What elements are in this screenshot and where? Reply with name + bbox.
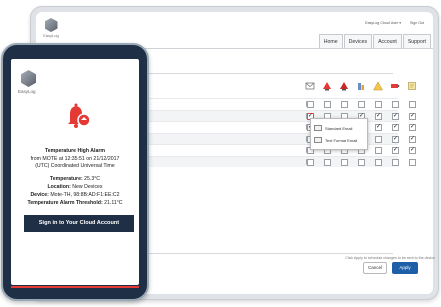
notification-checkbox[interactable] <box>324 101 331 108</box>
notification-checkbox[interactable]: ✓ <box>392 124 399 131</box>
notification-checkbox[interactable] <box>307 101 314 108</box>
notification-checkbox[interactable]: ✓ <box>392 135 399 143</box>
apply-hint-text: Click Apply to schedule changes to be se… <box>345 256 435 260</box>
red-alarm-icon <box>340 82 348 91</box>
warning-icon <box>373 81 383 91</box>
notification-checkbox[interactable] <box>375 147 382 154</box>
mail-icon <box>314 125 322 131</box>
notification-checkbox[interactable] <box>358 158 365 166</box>
phone-frame: EasyLog Temperature High Alarm from MOTE… <box>1 43 149 301</box>
logo-cube-icon <box>44 18 58 32</box>
user-menu-link[interactable]: EasyLog Cloud User ▾ <box>365 21 401 25</box>
sensor-icon <box>358 83 364 90</box>
sign-in-button[interactable]: Sign in to Your Cloud Account <box>24 215 134 232</box>
easylog-logo: EasyLog <box>18 70 36 94</box>
footer-divider <box>118 253 393 254</box>
table-row <box>118 98 416 110</box>
dropdown-option-text-email[interactable]: Text Format Email <box>314 134 364 146</box>
table-row <box>118 155 416 167</box>
notification-checkbox[interactable]: ✓ <box>392 112 399 120</box>
nav-devices[interactable]: Devices <box>343 34 373 49</box>
notification-checkbox[interactable]: ✓ <box>409 147 416 154</box>
notification-checkbox[interactable] <box>375 158 382 166</box>
detail-location: Location: New Devices <box>47 184 103 190</box>
dropdown-option-label: Text Format Email <box>325 137 358 143</box>
notification-checkbox[interactable]: ✓ <box>375 124 382 131</box>
sign-out-link[interactable]: Sign Out <box>410 21 424 25</box>
nav-home[interactable]: Home <box>318 34 343 49</box>
notification-checkbox[interactable] <box>324 158 331 166</box>
table-header-row <box>118 78 416 98</box>
notification-checkbox[interactable] <box>307 158 314 166</box>
apply-button[interactable]: Apply <box>392 262 418 274</box>
notification-checkbox[interactable] <box>409 158 416 166</box>
notification-checkbox[interactable] <box>341 101 348 108</box>
notification-checkbox[interactable]: ✓ <box>409 135 416 143</box>
logo-cube-icon <box>21 70 36 87</box>
nav-account[interactable]: Account <box>373 34 402 49</box>
alert-timezone: (UTC) Coordinated Universal Time <box>35 163 115 169</box>
notification-checkbox[interactable]: ✓ <box>409 124 416 131</box>
logo-wordmark: EasyLog <box>18 89 36 94</box>
notification-checkbox[interactable]: ✓ <box>409 112 416 120</box>
notification-checkbox[interactable] <box>392 101 399 108</box>
notification-checkbox[interactable]: ✓ <box>392 147 399 154</box>
main-nav: Home Devices Account Support <box>318 34 431 49</box>
tabs-divider <box>118 73 393 74</box>
phone-screen: EasyLog Temperature High Alarm from MOTE… <box>11 59 139 285</box>
detail-threshold: Temperature Alarm Threshold: 21.11°C <box>27 200 123 206</box>
alert-source: from MOTE at 12:35:51 on 21/12/2017 <box>30 156 120 162</box>
phone-accent-bar <box>11 286 139 288</box>
alert-title: Temperature High Alarm <box>45 148 105 154</box>
alarm-bell-icon <box>68 103 91 128</box>
logo-wordmark: EasyLog <box>43 33 59 38</box>
notification-checkbox[interactable]: ✓ <box>375 112 382 120</box>
note-icon <box>408 82 416 90</box>
dropdown-option-label: Standard Email <box>325 125 353 131</box>
notification-checkbox[interactable] <box>341 158 348 166</box>
notification-checkbox[interactable] <box>392 158 399 166</box>
battery-icon <box>391 84 400 88</box>
detail-device: Device: Mote-TH, 98:8B:AD:F1:EE:C2 <box>30 192 120 198</box>
notification-checkbox[interactable] <box>409 101 416 108</box>
notification-checkbox[interactable] <box>375 135 382 143</box>
detail-temperature: Temperature: 25.3°C <box>49 176 101 182</box>
email-format-dropdown: Standard Email Text Format Email <box>310 118 368 150</box>
red-alarm-icon <box>323 82 331 91</box>
mail-icon <box>314 137 322 143</box>
notification-checkbox[interactable] <box>358 101 365 108</box>
easylog-logo: EasyLog <box>40 18 62 38</box>
cancel-button[interactable]: Cancel <box>363 262 387 274</box>
nav-support[interactable]: Support <box>402 34 431 49</box>
mail-icon <box>305 82 315 90</box>
notification-checkbox[interactable] <box>375 101 382 108</box>
dropdown-option-standard-email[interactable]: Standard Email <box>314 122 364 134</box>
